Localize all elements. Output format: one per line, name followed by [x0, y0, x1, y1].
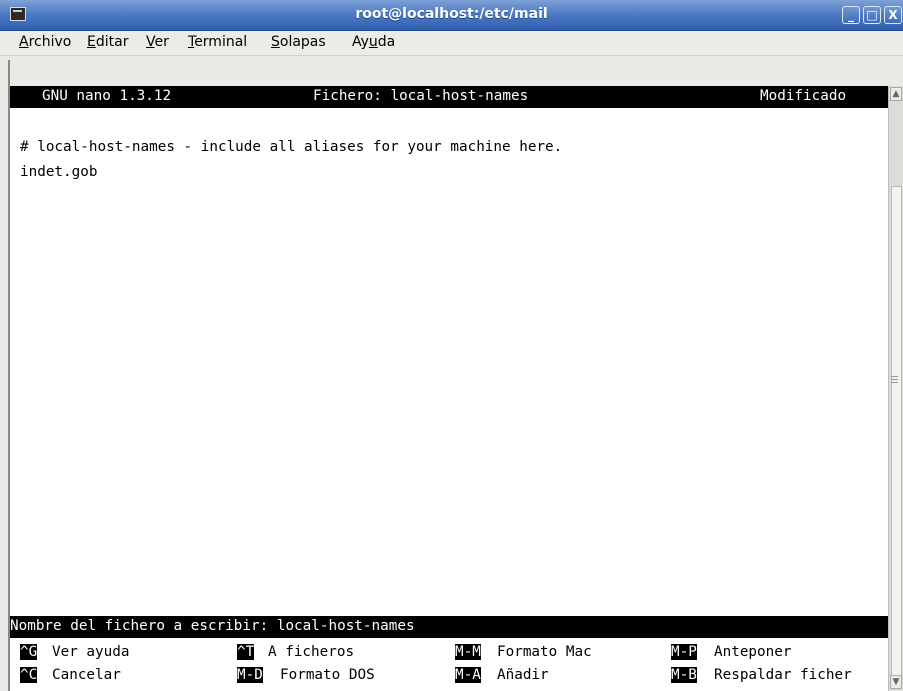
vertical-scrollbar[interactable]: ▲ ▼ [888, 86, 903, 691]
shortcut-label-prepend: Anteponer [714, 644, 792, 660]
shortcut-label-help: Ver ayuda [52, 644, 130, 660]
editor-line-1[interactable]: # local-host-names - include all aliases… [20, 139, 562, 155]
terminal-window: root@localhost:/etc/mail _ □ X Archivo E… [0, 0, 903, 691]
shortcut-key-append: M-A [455, 667, 481, 683]
maximize-button[interactable]: □ [863, 6, 881, 24]
nano-header-bar: GNU nano 1.3.12 Fichero: local-host-name… [10, 86, 888, 108]
shortcut-key-mac-format: M-M [455, 644, 481, 660]
scroll-up-arrow-icon[interactable]: ▲ [890, 87, 902, 101]
menu-editar[interactable]: Editar [87, 34, 128, 50]
editor-line-2[interactable]: indet.gob [20, 164, 97, 180]
nano-filename: Fichero: local-host-names [313, 88, 529, 104]
shortcut-label-backup: Respaldar ficher [714, 667, 852, 683]
shortcut-key-files: ^T [237, 644, 255, 660]
shortcut-label-mac-format: Formato Mac [497, 644, 592, 660]
shortcut-label-dos-format: Formato DOS [280, 667, 375, 683]
menu-ver[interactable]: Ver [146, 34, 169, 50]
shortcut-key-backup: M-B [671, 667, 697, 683]
nano-modified-status: Modificado [760, 88, 847, 104]
menu-ayuda[interactable]: Ayuda [352, 34, 395, 50]
close-button[interactable]: X [884, 6, 902, 24]
title-bar[interactable]: root@localhost:/etc/mail _ □ X [0, 0, 903, 31]
terminal-area[interactable] [10, 86, 888, 691]
filename-input-area[interactable] [530, 616, 888, 638]
shortcut-key-help: ^G [20, 644, 38, 660]
shortcut-key-prepend: M-P [671, 644, 697, 660]
shortcut-key-dos-format: M-D [237, 667, 263, 683]
menu-bar: Archivo Editar Ver Terminal Solapas Ayud… [0, 31, 903, 56]
menu-archivo[interactable]: Archivo [19, 34, 71, 50]
menu-solapas[interactable]: Solapas [271, 34, 326, 50]
scrollbar-thumb[interactable] [891, 186, 902, 686]
shortcut-label-cancel: Cancelar [52, 667, 121, 683]
nano-version: GNU nano 1.3.12 [42, 88, 172, 104]
save-filename-prompt[interactable]: Nombre del fichero a escribir: local-hos… [10, 618, 415, 634]
scrollbar-grip-icon [891, 376, 898, 377]
scroll-down-arrow-icon[interactable]: ▼ [890, 675, 902, 689]
shortcut-label-files: A ficheros [268, 644, 355, 660]
minimize-button[interactable]: _ [842, 6, 860, 24]
window-title: root@localhost:/etc/mail [355, 6, 548, 22]
menu-terminal[interactable]: Terminal [188, 34, 247, 50]
shortcut-key-cancel: ^C [20, 667, 38, 683]
shortcut-label-append: Añadir [497, 667, 549, 683]
